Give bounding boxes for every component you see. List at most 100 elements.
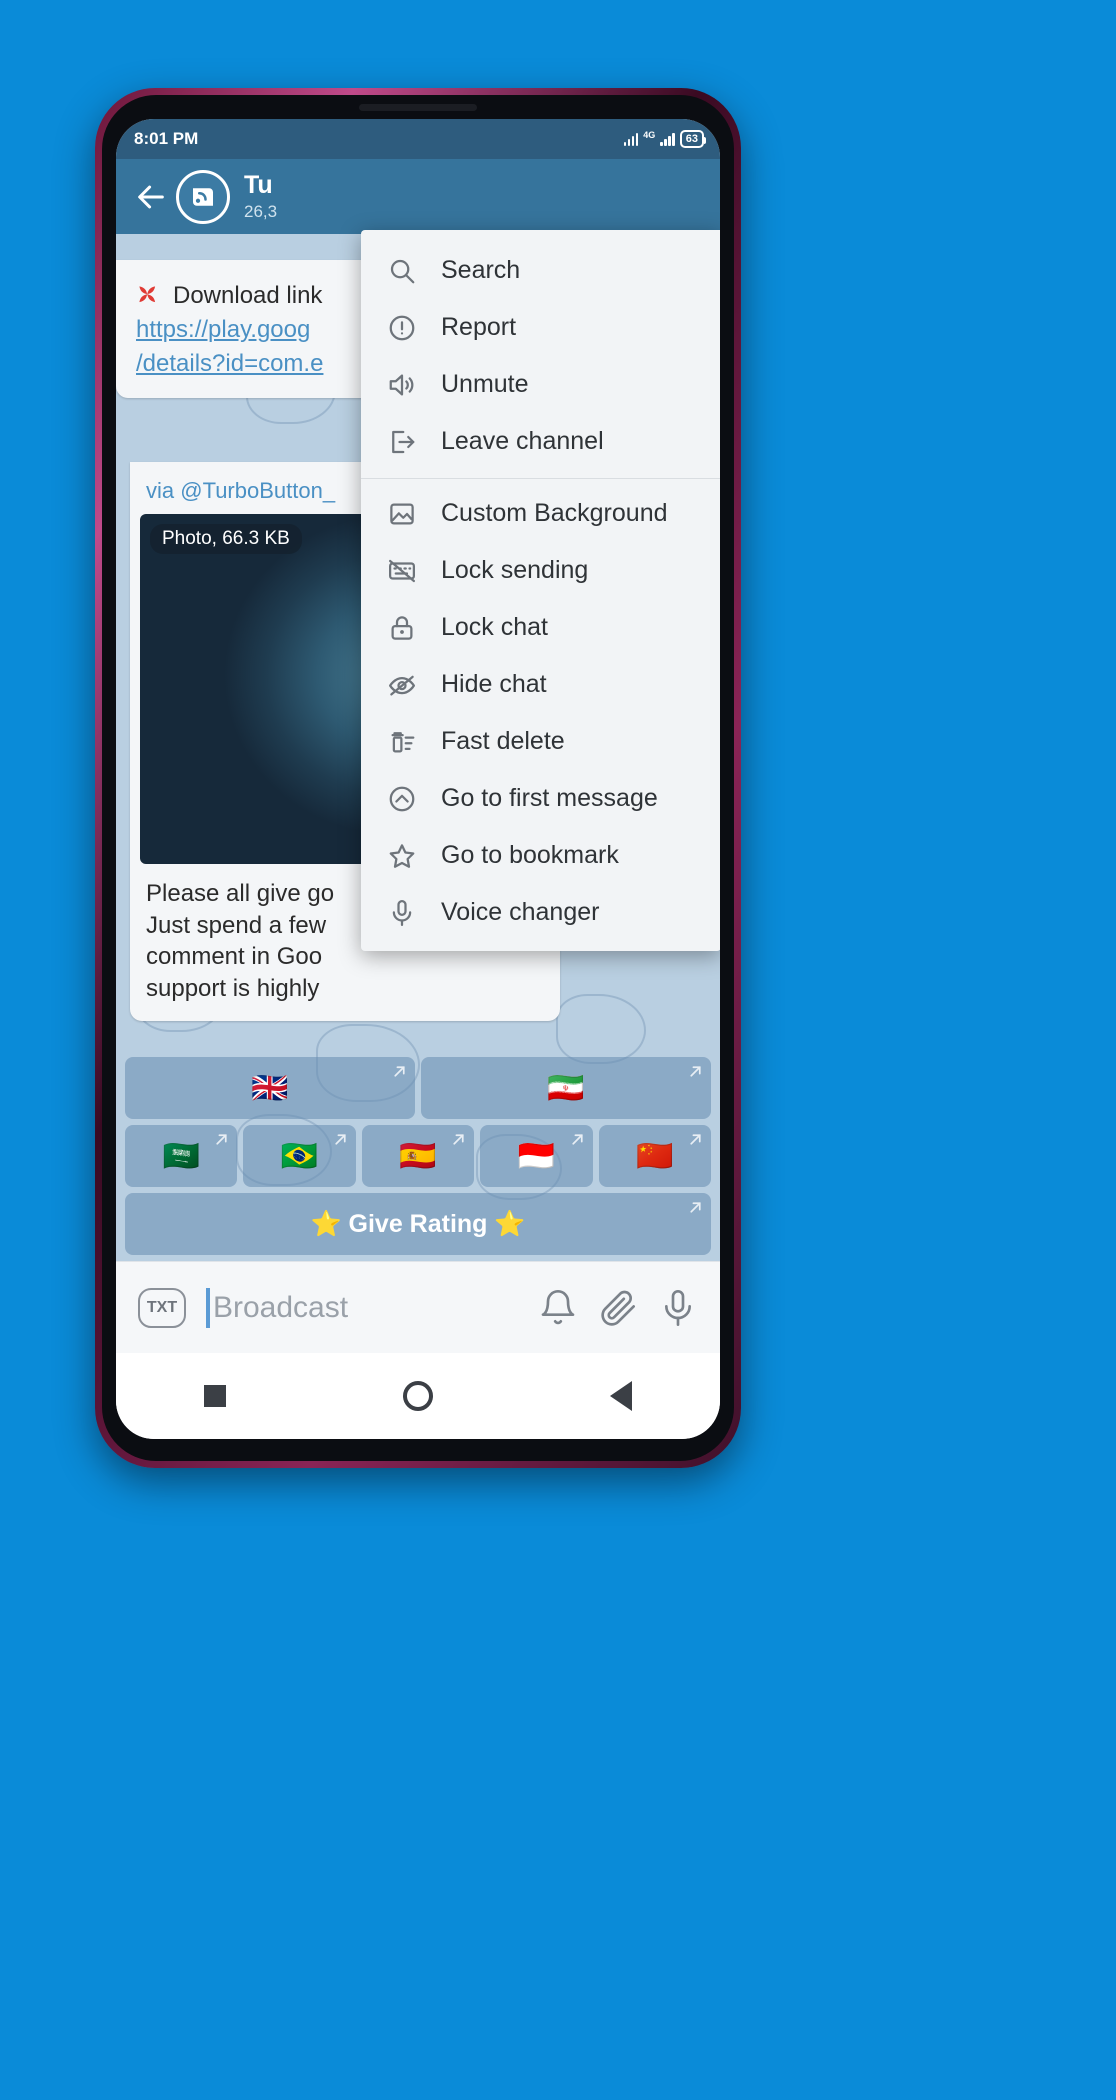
network-type-label: 4G <box>643 130 656 140</box>
menu-item-label: Custom Background <box>441 499 668 527</box>
menu-item-label: Voice changer <box>441 898 600 926</box>
inline-button-flag-cn[interactable]: 🇨🇳 <box>598 1125 712 1187</box>
paperclip-icon[interactable] <box>598 1288 638 1328</box>
inline-button-flag-gb[interactable]: 🇬🇧 <box>125 1057 415 1119</box>
menu-item-custom-background[interactable]: Custom Background <box>361 485 720 542</box>
back-triangle-icon[interactable] <box>609 1381 632 1411</box>
inline-button-label: 🇮🇷 <box>547 1071 585 1105</box>
inline-button-flag-ir[interactable]: 🇮🇷 <box>421 1057 711 1119</box>
menu-item-label: Fast delete <box>441 727 565 755</box>
external-link-icon <box>690 1134 701 1145</box>
channel-avatar-icon <box>193 187 213 206</box>
home-circle-icon[interactable] <box>402 1381 433 1411</box>
download-link-text: Download link <box>173 282 323 309</box>
status-time: 8:01 PM <box>134 129 199 148</box>
menu-item-voice-changer[interactable]: Voice changer <box>361 884 720 941</box>
external-link-icon <box>572 1134 583 1145</box>
menu-item-label: Leave channel <box>441 427 604 455</box>
search-icon <box>385 254 419 288</box>
inline-button-label: 🇪🇸 <box>399 1139 437 1173</box>
external-link-icon <box>690 1066 701 1077</box>
external-link-icon <box>453 1134 464 1145</box>
inline-button-label: 🇮🇩 <box>517 1139 556 1173</box>
inline-button-flag-sa[interactable]: 🇸🇦 <box>125 1125 238 1187</box>
bell-icon[interactable] <box>538 1288 578 1328</box>
inline-keyboard-row: ⭐ Give Rating ⭐ <box>125 1193 711 1255</box>
microphone-icon[interactable] <box>658 1288 698 1328</box>
menu-item-lock-chat[interactable]: Lock chat <box>361 599 720 656</box>
eye-off-icon <box>385 668 419 702</box>
external-link-icon <box>690 1202 701 1213</box>
exit-icon <box>385 425 419 459</box>
keyboard-off-icon <box>385 554 419 588</box>
status-icons: 4G 63 <box>623 130 707 148</box>
inline-button-flag-id[interactable]: 🇮🇩 <box>480 1125 593 1187</box>
message-input-placeholder: Broadcast <box>213 1290 349 1324</box>
subscriber-count: 26,3 <box>244 202 278 222</box>
phone-screen: 8:01 PM 4G 63 Tu 26,3 Download link http… <box>116 119 720 1439</box>
phone-bezel: 8:01 PM 4G 63 Tu 26,3 Download link http… <box>102 95 734 1461</box>
earpiece-speaker <box>359 104 477 111</box>
trash-list-icon <box>385 725 419 759</box>
menu-item-search[interactable]: Search <box>361 242 720 299</box>
chevron-up-circle-icon <box>385 782 419 816</box>
inline-button-label: 🇸🇦 <box>162 1139 200 1173</box>
inline-button-label: 🇧🇷 <box>280 1139 319 1173</box>
app-bar: Tu 26,3 <box>116 159 720 234</box>
android-nav-bar <box>116 1353 720 1439</box>
txt-badge-icon[interactable]: TXT <box>138 1287 186 1328</box>
message-input[interactable]: Broadcast <box>206 1287 518 1328</box>
inline-button-label: 🇨🇳 <box>636 1139 674 1173</box>
avatar[interactable] <box>176 169 230 224</box>
menu-item-fast-delete[interactable]: Fast delete <box>361 713 720 770</box>
caption-line: support is highly <box>146 975 320 1003</box>
lock-icon <box>385 611 419 645</box>
inline-keyboard-row: 🇸🇦 🇧🇷 🇪🇸 🇮🇩 🇨🇳 <box>125 1125 712 1187</box>
inline-keyboard-row: 🇬🇧 🇮🇷 <box>125 1057 711 1119</box>
external-link-icon <box>216 1134 228 1145</box>
menu-item-lock-sending[interactable]: Lock sending <box>361 542 720 599</box>
menu-item-label: Report <box>441 313 517 341</box>
text-caret <box>206 1287 210 1328</box>
menu-item-label: Go to bookmark <box>441 841 619 869</box>
exclamation-circle-icon <box>385 311 419 345</box>
menu-item-report[interactable]: Report <box>361 299 720 356</box>
menu-item-label: Search <box>441 256 521 284</box>
inline-button-give-rating[interactable]: ⭐ Give Rating ⭐ <box>125 1193 711 1255</box>
phone-frame: 8:01 PM 4G 63 Tu 26,3 Download link http… <box>95 88 741 1468</box>
overflow-menu[interactable]: Search Report Unmute Leave channel Custo… <box>361 230 720 951</box>
menu-item-label: Hide chat <box>441 670 547 698</box>
battery-indicator: 63 <box>679 130 707 148</box>
signal-bars-2-icon <box>660 132 675 146</box>
menu-item-go-to-first-message[interactable]: Go to first message <box>361 770 720 827</box>
channel-info[interactable]: Tu 26,3 <box>244 171 277 221</box>
arrow-left-icon <box>138 185 164 208</box>
image-icon <box>385 497 419 531</box>
inline-button-flag-br[interactable]: 🇧🇷 <box>243 1125 356 1187</box>
external-link-icon <box>335 1134 346 1145</box>
inline-button-label: 🇬🇧 <box>251 1071 289 1105</box>
menu-item-label: Lock chat <box>441 613 549 641</box>
red-burst-emoji <box>139 285 156 302</box>
signal-bars-icon <box>623 132 639 146</box>
message-input-bar: TXT Broadcast <box>116 1261 720 1353</box>
menu-item-hide-chat[interactable]: Hide chat <box>361 656 720 713</box>
recents-square-icon[interactable] <box>204 1385 227 1407</box>
txt-badge-label: TXT <box>146 1298 178 1316</box>
menu-item-unmute[interactable]: Unmute <box>361 356 720 413</box>
back-button[interactable] <box>128 174 174 220</box>
menu-divider <box>361 478 720 479</box>
menu-item-label: Go to first message <box>441 784 658 812</box>
inline-button-label: ⭐ Give Rating ⭐ <box>310 1209 526 1238</box>
star-icon <box>385 839 419 873</box>
menu-item-label: Unmute <box>441 370 529 398</box>
external-link-icon <box>394 1066 405 1077</box>
photo-size-badge: Photo, 66.3 KB <box>150 524 302 554</box>
inline-button-flag-es[interactable]: 🇪🇸 <box>361 1125 475 1187</box>
menu-item-label: Lock sending <box>441 556 589 584</box>
menu-item-leave-channel[interactable]: Leave channel <box>361 413 720 470</box>
inline-keyboard[interactable]: 🇬🇧 🇮🇷 🇸🇦 🇧🇷 🇪🇸 🇮🇩 🇨🇳 ⭐ Give Rating ⭐ <box>125 1057 712 1255</box>
menu-item-go-to-bookmark[interactable]: Go to bookmark <box>361 827 720 884</box>
status-bar: 8:01 PM 4G 63 <box>116 119 720 159</box>
microphone-icon <box>385 896 419 930</box>
